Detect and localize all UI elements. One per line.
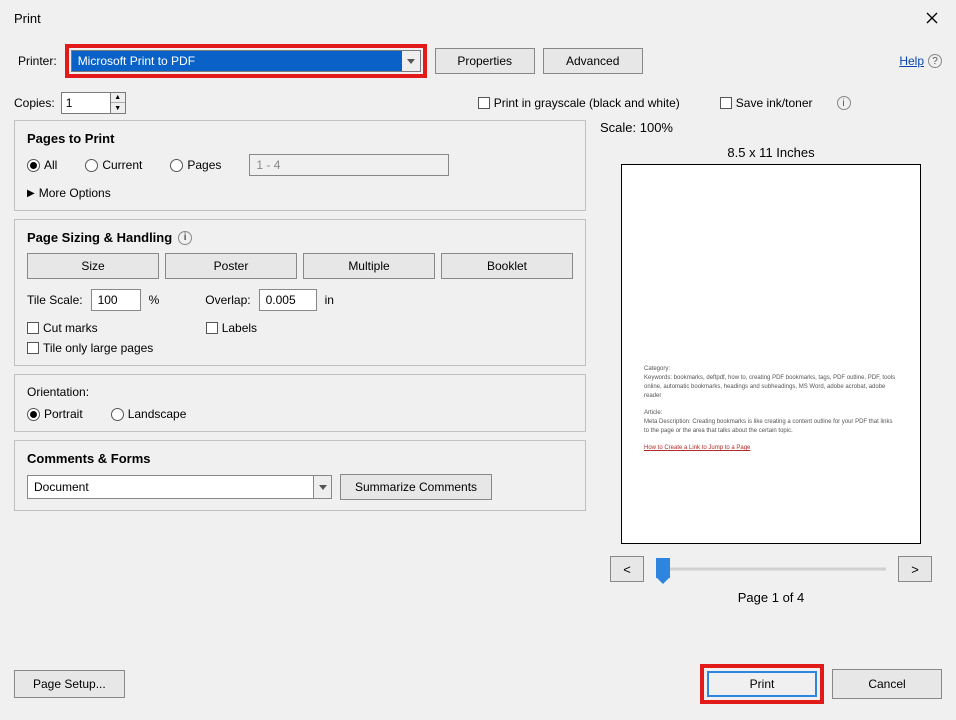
- triangle-right-icon: ▶: [27, 188, 35, 199]
- copies-up[interactable]: ▲: [111, 93, 125, 103]
- summarize-comments-button[interactable]: Summarize Comments: [340, 474, 492, 500]
- tile-scale-label: Tile Scale:: [27, 293, 83, 307]
- poster-button[interactable]: Poster: [165, 253, 297, 279]
- page-setup-button[interactable]: Page Setup...: [14, 670, 125, 698]
- radio-pages[interactable]: Pages: [170, 158, 221, 172]
- preview-dimensions: 8.5 x 11 Inches: [600, 145, 942, 160]
- orientation-panel: Orientation: Portrait Landscape: [14, 374, 586, 432]
- advanced-button[interactable]: Advanced: [543, 48, 643, 74]
- print-dialog: Print Printer: Microsoft Print to PDF Pr…: [0, 0, 956, 720]
- pages-range-input[interactable]: [249, 154, 449, 176]
- radio-all[interactable]: All: [27, 158, 57, 172]
- help-link[interactable]: Help: [899, 54, 924, 68]
- ink-info-icon[interactable]: i: [837, 96, 851, 110]
- overlap-input[interactable]: [259, 289, 317, 311]
- preview-page: Category: Keywords: bookmarks, deftpdf, …: [621, 164, 921, 544]
- pages-to-print-title: Pages to Print: [27, 131, 573, 146]
- radio-current[interactable]: Current: [85, 158, 142, 172]
- page-counter: Page 1 of 4: [600, 590, 942, 605]
- radio-portrait[interactable]: Portrait: [27, 407, 83, 421]
- comments-panel: Comments & Forms Document Summarize Comm…: [14, 440, 586, 511]
- print-button[interactable]: Print: [707, 671, 817, 697]
- slider-thumb-icon[interactable]: [656, 558, 670, 578]
- prev-page-button[interactable]: <: [610, 556, 644, 582]
- printer-label: Printer:: [18, 54, 57, 68]
- checkbox-icon: [478, 97, 490, 109]
- radio-landscape[interactable]: Landscape: [111, 407, 187, 421]
- printer-highlight: Microsoft Print to PDF: [65, 44, 427, 78]
- preview-link: How to Create a Link to Jump to a Page: [644, 444, 898, 453]
- close-button[interactable]: [922, 8, 942, 28]
- tile-large-checkbox[interactable]: Tile only large pages: [27, 341, 573, 355]
- sizing-info-icon[interactable]: i: [178, 231, 192, 245]
- scale-label: Scale: 100%: [600, 120, 942, 135]
- print-highlight: Print: [700, 664, 824, 704]
- close-icon: [926, 12, 938, 24]
- comments-title: Comments & Forms: [27, 451, 573, 466]
- labels-checkbox[interactable]: Labels: [206, 321, 257, 335]
- checkbox-icon: [720, 97, 732, 109]
- copies-input[interactable]: [62, 93, 110, 113]
- copies-label: Copies:: [14, 96, 55, 110]
- overlap-label: Overlap:: [205, 293, 250, 307]
- titlebar: Print: [0, 0, 956, 32]
- page-slider[interactable]: [656, 557, 886, 581]
- printer-selected: Microsoft Print to PDF: [72, 51, 402, 71]
- more-options-toggle[interactable]: ▶ More Options: [27, 186, 573, 200]
- copies-down[interactable]: ▼: [111, 103, 125, 113]
- printer-dropdown[interactable]: Microsoft Print to PDF: [71, 50, 421, 72]
- size-button[interactable]: Size: [27, 253, 159, 279]
- copies-spinner[interactable]: ▲ ▼: [61, 92, 126, 114]
- properties-button[interactable]: Properties: [435, 48, 535, 74]
- save-ink-checkbox[interactable]: Save ink/toner: [720, 96, 813, 110]
- pages-to-print-panel: Pages to Print All Current Pages: [14, 120, 586, 211]
- multiple-button[interactable]: Multiple: [303, 253, 435, 279]
- chevron-down-icon: [402, 51, 420, 71]
- comments-dropdown[interactable]: Document: [27, 475, 332, 499]
- booklet-button[interactable]: Booklet: [441, 253, 573, 279]
- tile-scale-input[interactable]: [91, 289, 141, 311]
- cut-marks-checkbox[interactable]: Cut marks: [27, 321, 98, 335]
- help-info-icon[interactable]: ?: [928, 54, 942, 68]
- orientation-title: Orientation:: [27, 385, 573, 399]
- sizing-panel: Page Sizing & Handling i Size Poster Mul…: [14, 219, 586, 366]
- chevron-down-icon: [313, 476, 331, 498]
- cancel-button[interactable]: Cancel: [832, 669, 942, 699]
- dialog-title: Print: [14, 11, 41, 26]
- next-page-button[interactable]: >: [898, 556, 932, 582]
- sizing-title: Page Sizing & Handling: [27, 230, 172, 245]
- grayscale-checkbox[interactable]: Print in grayscale (black and white): [478, 96, 680, 110]
